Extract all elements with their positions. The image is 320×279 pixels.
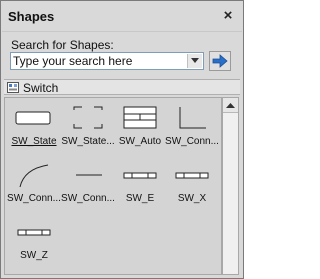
search-go-button[interactable] <box>209 51 231 71</box>
search-combobox <box>10 52 204 70</box>
shape-sw-state[interactable]: SW_State <box>8 104 60 152</box>
shape-label: SW_X <box>177 193 207 204</box>
x-bar-shape-icon <box>175 172 209 179</box>
shape-sw-z[interactable]: SW_Z <box>8 218 60 266</box>
shape-sw-auto[interactable]: SW_Auto <box>114 104 166 152</box>
straight-connector-icon <box>76 174 102 176</box>
shapes-pane: Shapes × Search for Shapes: Switch <box>0 0 244 279</box>
shape-sw-state-2[interactable]: SW_State... <box>61 104 115 152</box>
shape-label: SW_Auto <box>118 136 162 147</box>
auto-shape-icon <box>123 106 157 129</box>
close-icon[interactable]: × <box>220 8 236 24</box>
shape-sw-x[interactable]: SW_X <box>166 161 218 209</box>
stencil-scrollbar[interactable] <box>222 97 239 275</box>
scroll-up-button[interactable] <box>223 98 238 113</box>
search-label: Search for Shapes: <box>11 38 114 52</box>
stencil-header-switch[interactable]: Switch <box>4 79 240 95</box>
stencil-icon <box>7 82 19 93</box>
shape-sw-conn-straight[interactable]: SW_Conn... <box>61 161 115 209</box>
elbow-connector-icon <box>179 107 206 129</box>
shape-label: SW_Conn... <box>61 193 115 204</box>
curved-connector-icon <box>19 164 49 188</box>
shape-label: SW_Z <box>20 250 48 261</box>
shape-sw-conn-curved[interactable]: SW_Conn... <box>7 161 61 209</box>
state-bracket-shape-icon <box>73 106 103 129</box>
shape-sw-e[interactable]: SW_E <box>114 161 166 209</box>
state-shape-icon <box>15 111 51 125</box>
shape-label: SW_E <box>125 193 155 204</box>
stencil-shapes-area: SW_State SW_State... SW_Auto SW_Conn... … <box>4 97 222 275</box>
search-input[interactable] <box>13 53 185 69</box>
shape-label: SW_Conn... <box>165 136 219 147</box>
shape-label: SW_State <box>11 136 57 147</box>
stencil-title: Switch <box>23 81 59 95</box>
e-bar-shape-icon <box>123 172 157 179</box>
z-bar-shape-icon <box>17 229 51 236</box>
title-bar: Shapes × <box>2 2 242 32</box>
search-dropdown-button[interactable] <box>187 54 202 68</box>
chevron-up-icon <box>226 103 235 108</box>
shape-label: SW_Conn... <box>7 193 61 204</box>
chevron-down-icon <box>191 58 199 63</box>
shape-label: SW_State... <box>61 136 115 147</box>
arrow-right-icon <box>212 54 228 68</box>
shape-sw-conn-elbow[interactable]: SW_Conn... <box>165 104 219 152</box>
pane-title: Shapes <box>8 9 55 24</box>
